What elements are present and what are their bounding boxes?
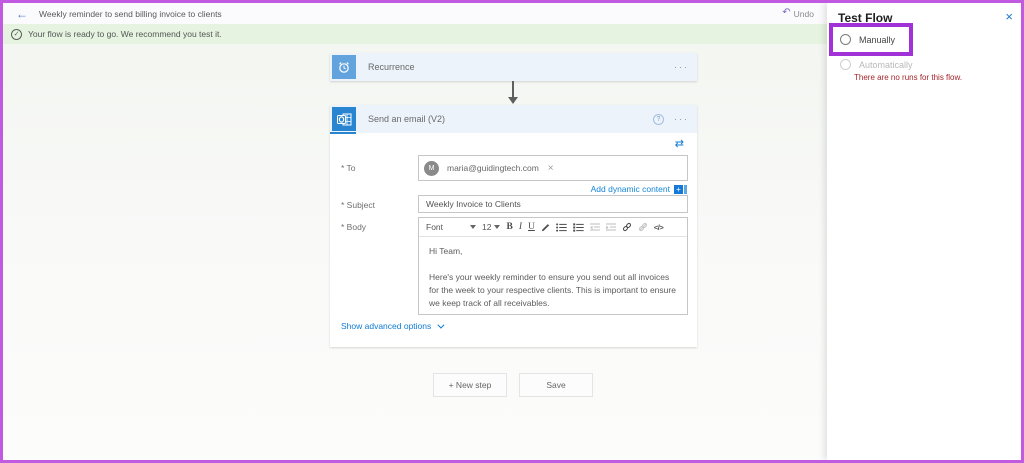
recipient-avatar: M: [424, 161, 439, 176]
body-field-label: * Body: [341, 222, 366, 232]
font-size-dropdown[interactable]: 12: [482, 222, 500, 232]
recurrence-menu-button[interactable]: ···: [674, 62, 689, 72]
body-editor[interactable]: Font 12 B I U: [418, 217, 688, 315]
app-window: ← Weekly reminder to send billing invoic…: [0, 0, 1024, 463]
undo-label: Undo: [794, 9, 814, 19]
email-body-text[interactable]: Hi Team, Here's your weekly reminder to …: [419, 237, 687, 318]
recurrence-card-header[interactable]: Recurrence ···: [330, 53, 697, 81]
send-email-card-header[interactable]: Send an email (V2) ? ···: [330, 105, 697, 133]
chevron-down-icon: [470, 225, 476, 229]
automatically-label: Automatically: [859, 60, 913, 70]
success-banner: ✓ Your flow is ready to go. We recommend…: [3, 24, 827, 44]
to-input[interactable]: M maria@guidingtech.com ×: [418, 155, 688, 181]
subject-field-label: * Subject: [341, 200, 375, 210]
bullet-list-icon[interactable]: [556, 223, 567, 232]
send-email-card: Send an email (V2) ? ··· ⇄ * To M maria@…: [330, 105, 697, 347]
flow-canvas: Recurrence ··· Send an e: [3, 44, 827, 460]
font-family-dropdown[interactable]: Font: [426, 222, 476, 232]
italic-button[interactable]: I: [519, 222, 522, 232]
underline-button[interactable]: U: [528, 222, 535, 232]
code-view-button[interactable]: </>: [654, 223, 663, 232]
switch-input-mode-icon[interactable]: ⇄: [675, 139, 684, 150]
add-dynamic-content-link[interactable]: Add dynamic content +: [591, 184, 687, 194]
recurrence-card-title: Recurrence: [368, 62, 674, 72]
font-color-pen-icon[interactable]: [541, 223, 550, 232]
numbered-list-icon[interactable]: [573, 223, 584, 232]
recipient-email: maria@guidingtech.com: [447, 163, 539, 173]
recurrence-clock-icon: [332, 55, 356, 79]
manual-option-highlight: Manually: [829, 23, 913, 56]
save-button[interactable]: Save: [519, 373, 593, 397]
recipient-chip[interactable]: M maria@guidingtech.com ×: [424, 161, 554, 176]
dynamic-content-icon: +: [674, 185, 687, 194]
outlook-icon: [332, 107, 356, 131]
body-paragraph: Here's your weekly reminder to ensure yo…: [429, 271, 677, 310]
test-manually-option[interactable]: Manually: [840, 34, 895, 45]
subject-value: Weekly Invoice to Clients: [426, 199, 521, 209]
bold-button[interactable]: B: [506, 222, 512, 232]
test-flow-panel: Test Flow × Manually Automatically There…: [827, 3, 1021, 460]
top-bar: ← Weekly reminder to send billing invoic…: [3, 3, 827, 24]
close-icon[interactable]: ×: [1005, 10, 1013, 23]
undo-button[interactable]: ↶ Undo: [782, 9, 814, 19]
manually-label: Manually: [859, 35, 895, 45]
remove-recipient-icon[interactable]: ×: [548, 163, 554, 174]
chevron-down-icon: [494, 225, 500, 229]
send-email-menu-button[interactable]: ···: [674, 114, 689, 124]
editor-area: ← Weekly reminder to send billing invoic…: [3, 3, 827, 460]
chevron-down-icon: [438, 321, 445, 328]
selected-tab-indicator: [330, 132, 356, 134]
show-advanced-options-link[interactable]: Show advanced options: [341, 321, 442, 331]
connector-line: [512, 81, 514, 98]
subject-input[interactable]: Weekly Invoice to Clients: [418, 195, 688, 213]
back-arrow-icon[interactable]: ←: [16, 8, 28, 20]
automatically-radio-button[interactable]: [840, 59, 851, 70]
add-dynamic-content-label: Add dynamic content: [591, 184, 670, 194]
help-icon[interactable]: ?: [653, 114, 664, 125]
connector-arrow-icon: [508, 97, 518, 104]
send-email-card-title: Send an email (V2): [368, 114, 653, 124]
undo-icon: ↶: [782, 8, 790, 18]
new-step-button[interactable]: + New step: [433, 373, 507, 397]
body-greeting: Hi Team,: [429, 245, 677, 258]
test-automatically-option[interactable]: Automatically: [840, 59, 913, 70]
indent-icon[interactable]: [606, 223, 616, 232]
manually-radio-button[interactable]: [840, 34, 851, 45]
unlink-icon[interactable]: [638, 222, 648, 232]
flow-title: Weekly reminder to send billing invoice …: [39, 9, 782, 19]
outdent-icon[interactable]: [590, 223, 600, 232]
recurrence-card[interactable]: Recurrence ···: [330, 53, 697, 81]
rich-text-toolbar: Font 12 B I U: [419, 218, 687, 237]
success-message: Your flow is ready to go. We recommend y…: [28, 29, 222, 39]
link-icon[interactable]: [622, 222, 632, 232]
no-runs-message: There are no runs for this flow.: [854, 73, 962, 82]
to-field-label: * To: [341, 163, 356, 173]
checkmark-icon: ✓: [11, 29, 22, 40]
